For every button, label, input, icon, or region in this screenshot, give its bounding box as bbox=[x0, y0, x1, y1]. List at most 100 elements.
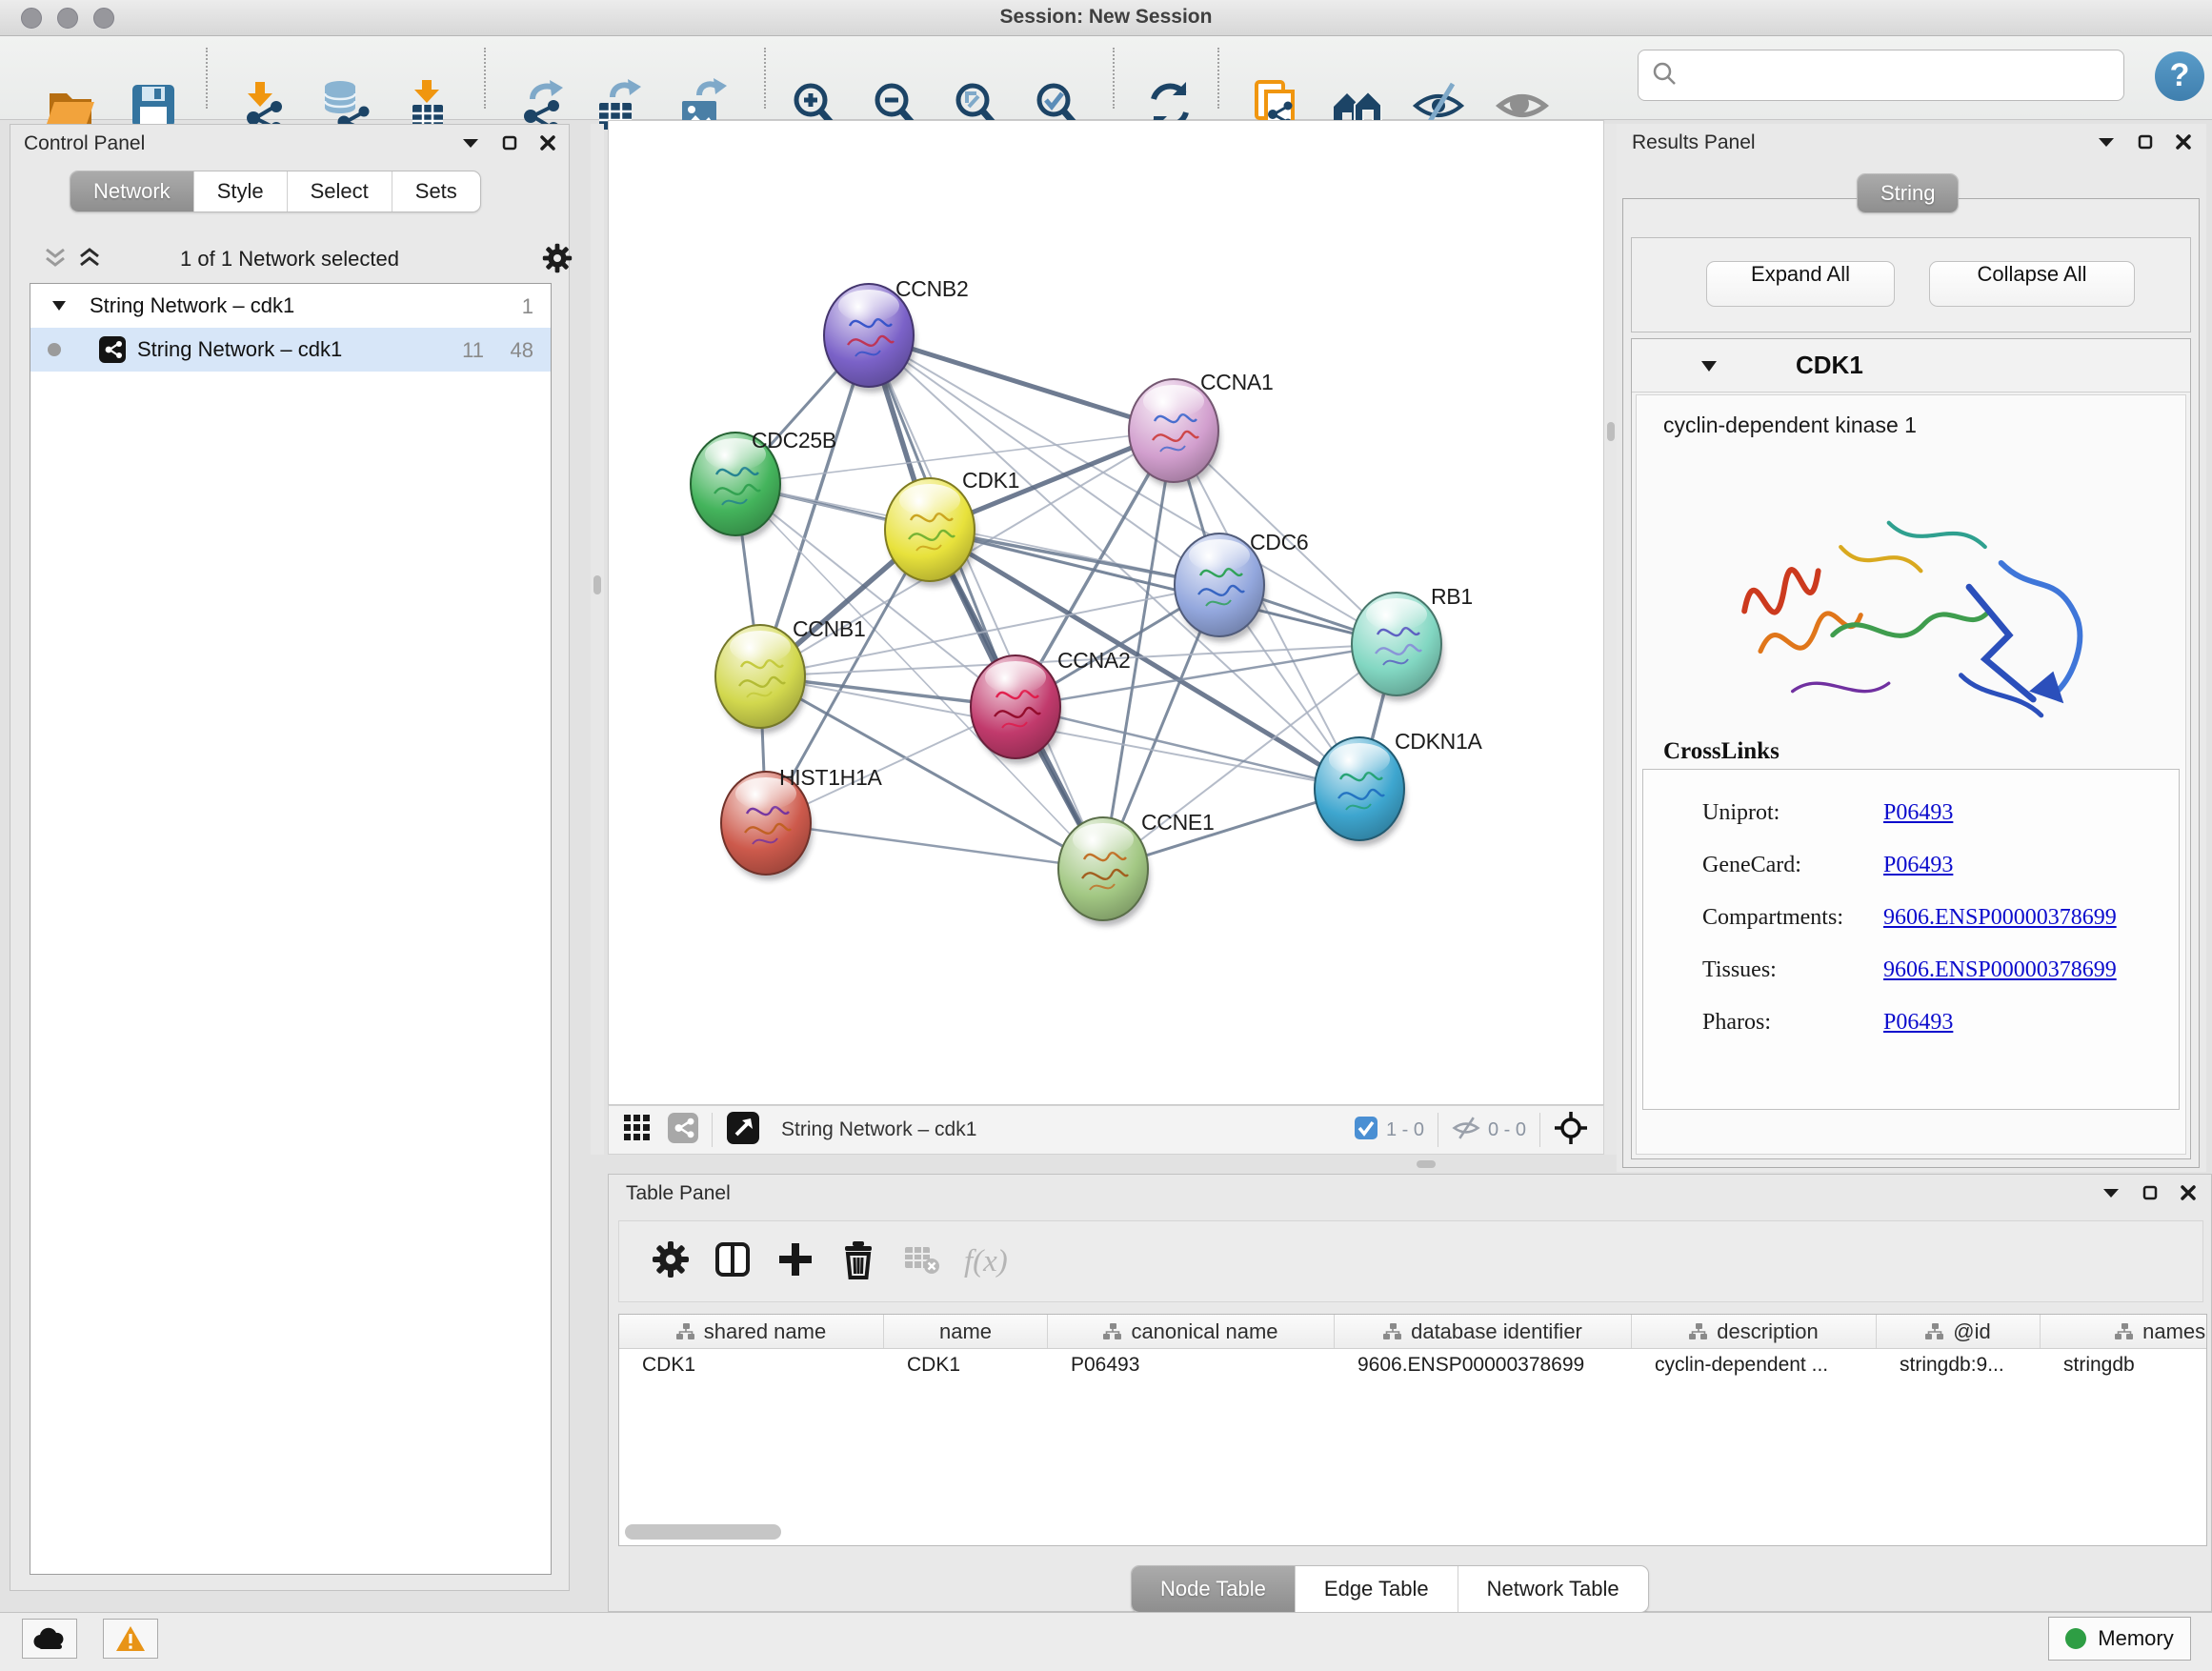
column-header-label: shared name bbox=[704, 1319, 826, 1344]
table-cell[interactable]: stringdb bbox=[2041, 1349, 2207, 1383]
birds-eye-view-icon[interactable] bbox=[726, 1111, 760, 1150]
delete-table-icon-disabled bbox=[901, 1239, 941, 1284]
panel-menu-icon[interactable] bbox=[2098, 136, 2115, 148]
add-column-plus-icon[interactable] bbox=[775, 1239, 815, 1284]
panel-close-icon[interactable] bbox=[2181, 1185, 2196, 1200]
protein-entry-group: CDK1 cyclin-dependent kinase 1 bbox=[1631, 338, 2191, 1159]
network-node-CCNA1[interactable] bbox=[1129, 379, 1220, 488]
crosslink-value-link[interactable]: 9606.ENSP00000378699 bbox=[1883, 905, 2117, 931]
network-edge[interactable] bbox=[930, 530, 1397, 644]
network-node-label: CCNB1 bbox=[793, 616, 865, 641]
crosslink-value-link[interactable]: P06493 bbox=[1883, 800, 1953, 826]
crosslink-label: GeneCard: bbox=[1702, 853, 1801, 878]
tree-expand-icon[interactable] bbox=[51, 300, 67, 312]
network-icon bbox=[99, 336, 126, 363]
crosslink-value-link[interactable]: P06493 bbox=[1883, 853, 1953, 878]
column-type-icon bbox=[1103, 1323, 1122, 1340]
collapse-all-button[interactable]: Collapse All bbox=[1929, 261, 2135, 307]
tab-network-table[interactable]: Network Table bbox=[1458, 1566, 1648, 1612]
panel-close-icon[interactable] bbox=[2176, 134, 2191, 150]
protein-description: cyclin-dependent kinase 1 bbox=[1663, 413, 1917, 438]
horizontal-scrollbar-thumb[interactable] bbox=[625, 1524, 781, 1540]
network-edge[interactable] bbox=[766, 823, 1103, 869]
network-node-CCNE1[interactable] bbox=[1058, 817, 1150, 926]
right-splitter[interactable] bbox=[1604, 124, 1618, 1155]
tab-sets[interactable]: Sets bbox=[392, 171, 480, 211]
selected-count: 1 - 0 bbox=[1386, 1119, 1424, 1141]
network-node-RB1[interactable] bbox=[1352, 593, 1443, 701]
network-node-CCNB1[interactable] bbox=[715, 625, 807, 734]
delete-column-trash-icon[interactable] bbox=[838, 1239, 878, 1284]
table-settings-gear-icon[interactable] bbox=[652, 1240, 690, 1283]
network-selection-status: 1 of 1 Network selected bbox=[10, 247, 569, 272]
crosslink-value-link[interactable]: 9606.ENSP00000378699 bbox=[1883, 957, 2117, 983]
expand-all-button[interactable]: Expand All bbox=[1706, 261, 1895, 307]
network-row-selected[interactable]: String Network – cdk1 11 48 bbox=[30, 328, 551, 372]
memory-button[interactable]: Memory bbox=[2048, 1617, 2191, 1661]
warnings-button[interactable] bbox=[103, 1619, 158, 1659]
panel-menu-icon[interactable] bbox=[2102, 1187, 2120, 1198]
column-type-icon bbox=[1689, 1323, 1708, 1340]
grid-view-icon[interactable] bbox=[624, 1115, 651, 1146]
tab-network[interactable]: Network bbox=[70, 171, 193, 211]
help-button[interactable]: ? bbox=[2155, 51, 2204, 101]
network-node-label: CDC25B bbox=[752, 428, 836, 453]
column-header-shared-name[interactable]: shared name bbox=[619, 1315, 884, 1348]
network-edge[interactable] bbox=[869, 335, 1103, 869]
cloud-icon bbox=[33, 1627, 66, 1650]
horizontal-splitter-handle[interactable] bbox=[1417, 1160, 1436, 1168]
table-panel-title: Table Panel bbox=[626, 1182, 731, 1205]
table-cell[interactable]: stringdb:9... bbox=[1877, 1349, 2041, 1383]
column-header-label: @id bbox=[1953, 1319, 1990, 1344]
cloud-button[interactable] bbox=[22, 1619, 77, 1659]
network-collection-row[interactable]: String Network – cdk1 1 bbox=[30, 284, 551, 328]
network-edge[interactable] bbox=[1016, 707, 1359, 789]
network-share-icon[interactable] bbox=[668, 1113, 698, 1148]
column-header-description[interactable]: description bbox=[1632, 1315, 1877, 1348]
center-view-crosshair-icon[interactable] bbox=[1554, 1111, 1588, 1150]
selected-checkbox-icon[interactable] bbox=[1354, 1116, 1378, 1145]
crosslink-value-link[interactable]: P06493 bbox=[1883, 1010, 1953, 1036]
show-columns-icon[interactable] bbox=[713, 1239, 753, 1284]
panel-float-icon[interactable] bbox=[2138, 134, 2153, 150]
panel-close-icon[interactable] bbox=[540, 135, 555, 151]
column-header--id[interactable]: @id bbox=[1877, 1315, 2041, 1348]
tab-edge-table[interactable]: Edge Table bbox=[1295, 1566, 1458, 1612]
left-splitter[interactable] bbox=[591, 124, 604, 1155]
panel-float-icon[interactable] bbox=[2142, 1185, 2158, 1200]
column-header-database-identifier[interactable]: database identifier bbox=[1335, 1315, 1632, 1348]
table-row[interactable]: CDK1CDK1P064939606.ENSP00000378699cyclin… bbox=[619, 1349, 2206, 1383]
crosslink-label: Compartments: bbox=[1702, 905, 1843, 931]
network-node-CCNA2[interactable] bbox=[971, 655, 1062, 764]
network-options-gear-icon[interactable] bbox=[542, 243, 573, 273]
tab-style[interactable]: Style bbox=[193, 171, 287, 211]
table-cell[interactable]: CDK1 bbox=[884, 1349, 1048, 1383]
table-cell[interactable]: CDK1 bbox=[619, 1349, 884, 1383]
network-graph[interactable]: CCNB2CCNA1CDC25BCDK1CDC6RB1CCNB1CCNA2CDK… bbox=[608, 120, 1604, 1105]
search-input[interactable] bbox=[1686, 56, 2123, 94]
crosslink-row: Pharos:P06493 bbox=[1643, 997, 2179, 1049]
column-type-icon bbox=[2115, 1323, 2134, 1340]
column-header-label: namespace bbox=[2142, 1319, 2207, 1344]
panel-float-icon[interactable] bbox=[502, 135, 517, 151]
protein-name: CDK1 bbox=[1796, 351, 1863, 380]
hidden-count: 0 - 0 bbox=[1488, 1119, 1526, 1141]
table-cell[interactable]: 9606.ENSP00000378699 bbox=[1335, 1349, 1632, 1383]
control-panel-title: Control Panel bbox=[24, 132, 145, 155]
panel-menu-icon[interactable] bbox=[462, 137, 479, 149]
column-header-name[interactable]: name bbox=[884, 1315, 1048, 1348]
network-node-label: CCNB2 bbox=[895, 276, 968, 301]
crosslink-label: Tissues: bbox=[1702, 957, 1777, 983]
column-header-canonical-name[interactable]: canonical name bbox=[1048, 1315, 1335, 1348]
collection-count: 1 bbox=[522, 294, 533, 319]
network-node-CDK1[interactable] bbox=[885, 478, 976, 587]
tab-string[interactable]: String bbox=[1858, 174, 1958, 212]
table-cell[interactable]: cyclin-dependent ... bbox=[1632, 1349, 1877, 1383]
hidden-eye-icon[interactable] bbox=[1452, 1114, 1480, 1147]
tab-select[interactable]: Select bbox=[287, 171, 392, 211]
column-header-namespace[interactable]: namespace bbox=[2041, 1315, 2207, 1348]
network-node-CDKN1A[interactable] bbox=[1315, 737, 1406, 846]
tab-node-table[interactable]: Node Table bbox=[1132, 1566, 1295, 1612]
entry-collapse-icon[interactable] bbox=[1700, 360, 1718, 372]
table-cell[interactable]: P06493 bbox=[1048, 1349, 1335, 1383]
